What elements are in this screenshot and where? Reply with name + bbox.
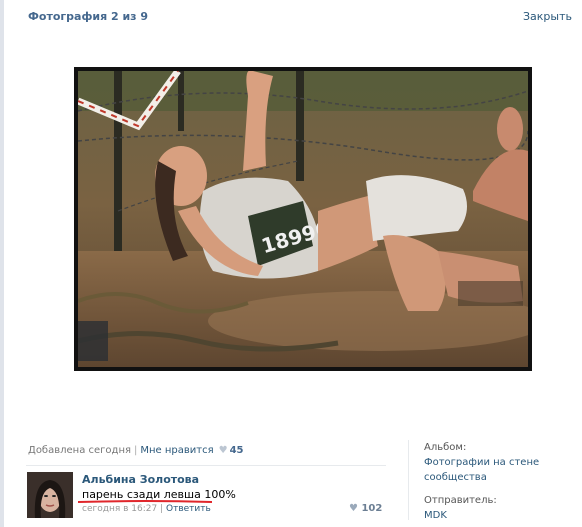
red-underline-mark (78, 500, 212, 503)
album-link-line1[interactable]: Фотографии на стене (424, 455, 539, 470)
album-label: Альбом: (424, 442, 467, 453)
close-button[interactable]: Закрыть (523, 10, 572, 23)
sender-link[interactable]: MDK (424, 508, 539, 523)
like-count: 45 (229, 445, 244, 456)
like-button[interactable]: Мне нравится (140, 445, 213, 456)
photo-meta: Добавлена сегодня | Мне нравится ♥ 45 (28, 445, 244, 456)
added-date: Добавлена сегодня (28, 445, 131, 456)
comment-like-button[interactable]: ♥ 102 (349, 503, 382, 514)
sender-label: Отправитель: (424, 495, 497, 506)
photo-image: 18996 (78, 71, 528, 367)
photo-viewer[interactable]: 18996 (74, 67, 532, 371)
comment-date[interactable]: сегодня в 16:27 (82, 504, 157, 514)
divider-vertical (408, 440, 409, 520)
heart-icon[interactable]: ♥ (349, 503, 358, 514)
comment-meta: сегодня в 16:27 | Ответить (82, 504, 211, 514)
reply-button[interactable]: Ответить (166, 504, 211, 514)
heart-icon[interactable]: ♥ (219, 445, 228, 456)
comment-like-count: 102 (361, 503, 383, 514)
separator: | (134, 445, 138, 456)
avatar[interactable] (27, 472, 73, 518)
album-link-line2[interactable]: сообщества (424, 470, 539, 485)
photo-info-sidebar: Альбом: Фотографии на стене сообщества О… (424, 440, 539, 523)
window-left-edge (0, 0, 4, 527)
photo-counter-title: Фотография 2 из 9 (28, 10, 149, 23)
comment-author[interactable]: Альбина Золотова (82, 473, 199, 486)
divider (26, 465, 386, 466)
